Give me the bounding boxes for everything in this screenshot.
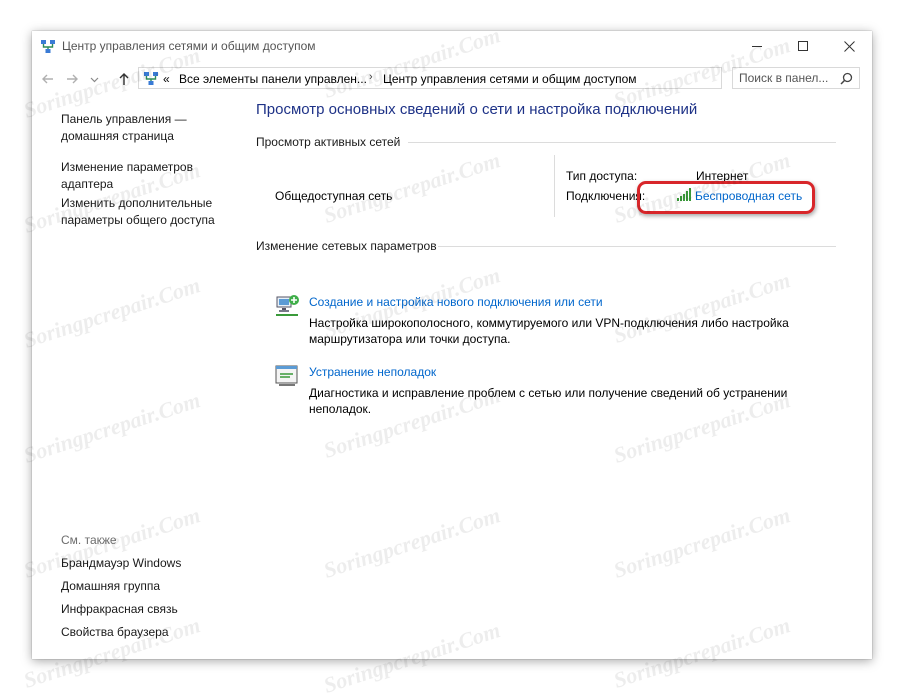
- maximize-icon: [797, 40, 808, 51]
- recent-pages-button[interactable]: [84, 69, 104, 89]
- see-also-homegroup-link[interactable]: Домашняя группа: [61, 578, 231, 595]
- see-also-firewall-link[interactable]: Брандмауэр Windows: [61, 555, 231, 572]
- forward-button[interactable]: [62, 69, 82, 89]
- page-title: Просмотр основных сведений о сети и наст…: [256, 101, 698, 118]
- new-connection-description: Настройка широкополосного, коммутируемог…: [309, 316, 789, 346]
- back-arrow-icon: [42, 74, 53, 84]
- highlight-annotation: [637, 181, 815, 214]
- divider: [438, 246, 836, 247]
- navigation-bar: « Все элементы панели управлен... › Цент…: [32, 65, 872, 93]
- troubleshoot-description: Диагностика и исправление проблем с сеть…: [309, 386, 788, 416]
- network-center-icon: [41, 40, 55, 53]
- minimize-button[interactable]: [734, 31, 780, 61]
- up-arrow-icon: [119, 73, 129, 85]
- access-type-label: Тип доступа:: [566, 169, 638, 183]
- back-button[interactable]: [38, 69, 58, 89]
- see-also-browser-properties-link[interactable]: Свойства браузера: [61, 624, 231, 641]
- address-bar[interactable]: « Все элементы панели управлен... › Цент…: [138, 67, 823, 89]
- new-connection-link[interactable]: Создание и настройка нового подключения …: [309, 295, 603, 309]
- maximize-button[interactable]: [780, 31, 826, 61]
- breadcrumb-all-control-panel-items[interactable]: Все элементы панели управлен...: [179, 72, 367, 86]
- chevron-down-icon: [90, 77, 98, 82]
- divider: [554, 155, 555, 217]
- active-networks-header: Просмотр активных сетей: [256, 135, 401, 149]
- breadcrumb-overflow[interactable]: «: [163, 72, 170, 86]
- troubleshoot-link[interactable]: Устранение неполадок: [309, 365, 436, 379]
- title-bar[interactable]: Центр управления сетями и общим доступом: [32, 31, 872, 61]
- new-connection-icon: [276, 295, 299, 316]
- see-also-infrared-link[interactable]: Инфракрасная связь: [61, 601, 231, 618]
- window-title: Центр управления сетями и общим доступом: [62, 39, 316, 53]
- close-button[interactable]: [826, 31, 872, 61]
- minimize-icon: [751, 45, 762, 47]
- left-navigation-pane: Панель управления — домашняя страница Из…: [32, 95, 232, 659]
- change-settings-header: Изменение сетевых параметров: [256, 239, 437, 253]
- change-adapter-settings-link[interactable]: Изменение параметров адаптера: [61, 159, 231, 193]
- close-icon: [843, 40, 855, 52]
- control-panel-window: Центр управления сетями и общим доступом: [32, 31, 872, 659]
- search-icon[interactable]: [840, 72, 853, 85]
- forward-arrow-icon: [67, 74, 78, 84]
- troubleshoot-icon: [275, 365, 298, 386]
- connections-label: Подключения:: [566, 189, 646, 203]
- advanced-sharing-settings-link[interactable]: Изменить дополнительные параметры общего…: [61, 195, 231, 229]
- control-panel-home-link[interactable]: Панель управления — домашняя страница: [61, 111, 231, 145]
- breadcrumb-separator[interactable]: ›: [369, 71, 373, 83]
- search-box[interactable]: [732, 67, 860, 89]
- breadcrumb-network-center[interactable]: Центр управления сетями и общим доступом: [383, 72, 637, 86]
- main-content: Просмотр основных сведений о сети и наст…: [256, 95, 872, 659]
- network-center-icon: [144, 72, 158, 85]
- see-also-heading: См. также: [61, 533, 117, 547]
- network-name: Общедоступная сеть: [275, 189, 393, 203]
- up-button[interactable]: [114, 69, 134, 89]
- search-input[interactable]: [739, 70, 837, 86]
- divider: [408, 142, 836, 143]
